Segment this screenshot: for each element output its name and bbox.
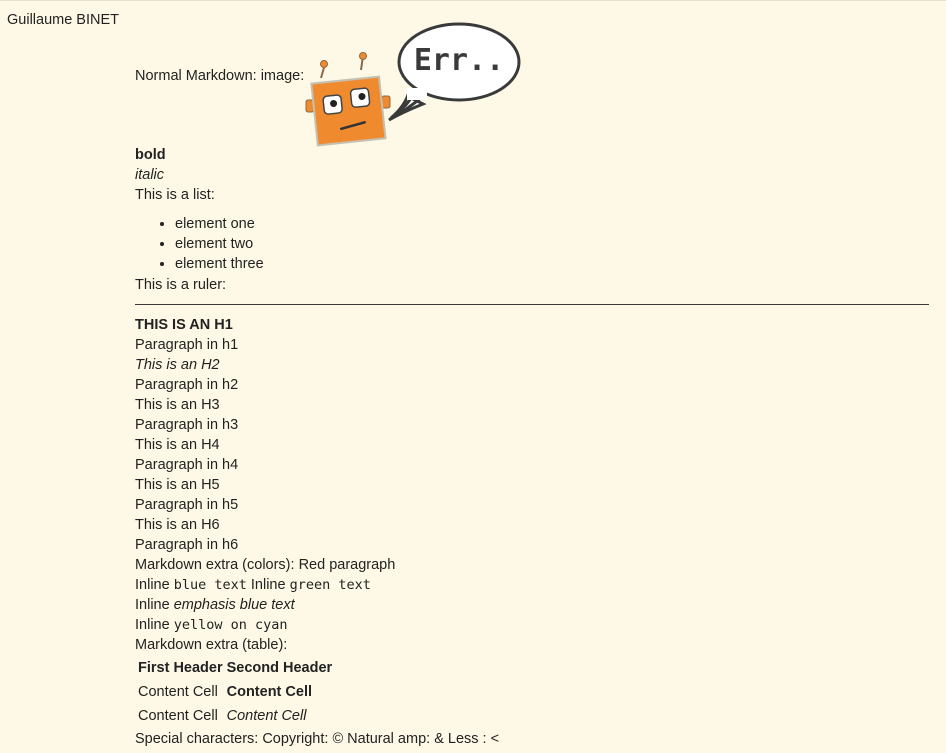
list-item: element three bbox=[175, 254, 264, 274]
heading-h2: This is an H2 bbox=[135, 357, 220, 373]
green-code: green text bbox=[289, 577, 371, 593]
table-cell: Content Cell bbox=[226, 684, 313, 700]
heading-h4: This is an H4 bbox=[135, 437, 220, 453]
emphasis-blue-text: emphasis blue text bbox=[173, 597, 295, 613]
table-header: Second Header bbox=[226, 660, 333, 676]
inline-yellow-line: Inline yellow on cyan bbox=[135, 616, 288, 634]
image-label: Normal Markdown: image: bbox=[135, 68, 305, 84]
inline-prefix: Inline bbox=[135, 617, 170, 633]
table-cell: Content Cell bbox=[138, 708, 218, 724]
bullet-list: element one element two element three bbox=[135, 214, 264, 274]
table-row: Content Cell Content Cell bbox=[137, 681, 333, 703]
speech-text: Err.. bbox=[414, 43, 504, 78]
table-row: Content Cell Content Cell bbox=[137, 705, 333, 727]
colors-line: Markdown extra (colors): Red paragraph bbox=[135, 556, 395, 574]
inline-prefix: Inline bbox=[250, 577, 286, 593]
heading-h1: THIS IS AN H1 bbox=[135, 317, 233, 333]
paragraph-h5: Paragraph in h5 bbox=[135, 497, 239, 513]
colors-label: Markdown extra (colors): bbox=[135, 557, 295, 573]
list-item: element one bbox=[175, 214, 264, 234]
table-cell: Content Cell bbox=[226, 708, 307, 724]
author-name: Guillaume BINET bbox=[7, 12, 120, 28]
table-header-row: First Header Second Header bbox=[137, 657, 333, 679]
paragraph-h4: Paragraph in h4 bbox=[135, 457, 239, 473]
table-cell: Content Cell bbox=[138, 684, 218, 700]
inline-code-line: Inline blue text Inline green text bbox=[135, 576, 371, 594]
inline-prefix: Inline bbox=[135, 577, 170, 593]
special-characters: Special characters: Copyright: © Natural… bbox=[135, 731, 500, 747]
blue-code: blue text bbox=[173, 577, 247, 593]
heading-h3: This is an H3 bbox=[135, 397, 220, 413]
top-border bbox=[0, 0, 946, 1]
robot-image: Err.. bbox=[305, 22, 521, 147]
robot-head bbox=[310, 75, 387, 147]
heading-h6: This is an H6 bbox=[135, 517, 220, 533]
italic-text: italic bbox=[135, 167, 165, 183]
list-intro: This is a list: bbox=[135, 187, 215, 203]
paragraph-h6: Paragraph in h6 bbox=[135, 537, 239, 553]
heading-h5: This is an H5 bbox=[135, 477, 220, 493]
paragraph-h2: Paragraph in h2 bbox=[135, 377, 239, 393]
red-paragraph: Red paragraph bbox=[298, 557, 396, 573]
table-intro: Markdown extra (table): bbox=[135, 637, 288, 653]
ruler-intro: This is a ruler: bbox=[135, 277, 227, 293]
paragraph-h1: Paragraph in h1 bbox=[135, 337, 239, 353]
speech-bubble: Err.. bbox=[388, 22, 521, 122]
inline-emphasis-line: Inline emphasis blue text bbox=[135, 596, 295, 614]
bold-text: bold bbox=[135, 147, 166, 163]
paragraph-h3: Paragraph in h3 bbox=[135, 417, 239, 433]
yellow-on-cyan-code: yellow on cyan bbox=[173, 617, 288, 633]
table-header: First Header bbox=[138, 660, 223, 676]
antenna-icon bbox=[320, 52, 367, 79]
inline-prefix: Inline bbox=[135, 597, 170, 613]
content-table: First Header Second Header Content Cell … bbox=[135, 655, 335, 729]
horizontal-ruler bbox=[135, 304, 929, 305]
list-item: element two bbox=[175, 234, 264, 254]
